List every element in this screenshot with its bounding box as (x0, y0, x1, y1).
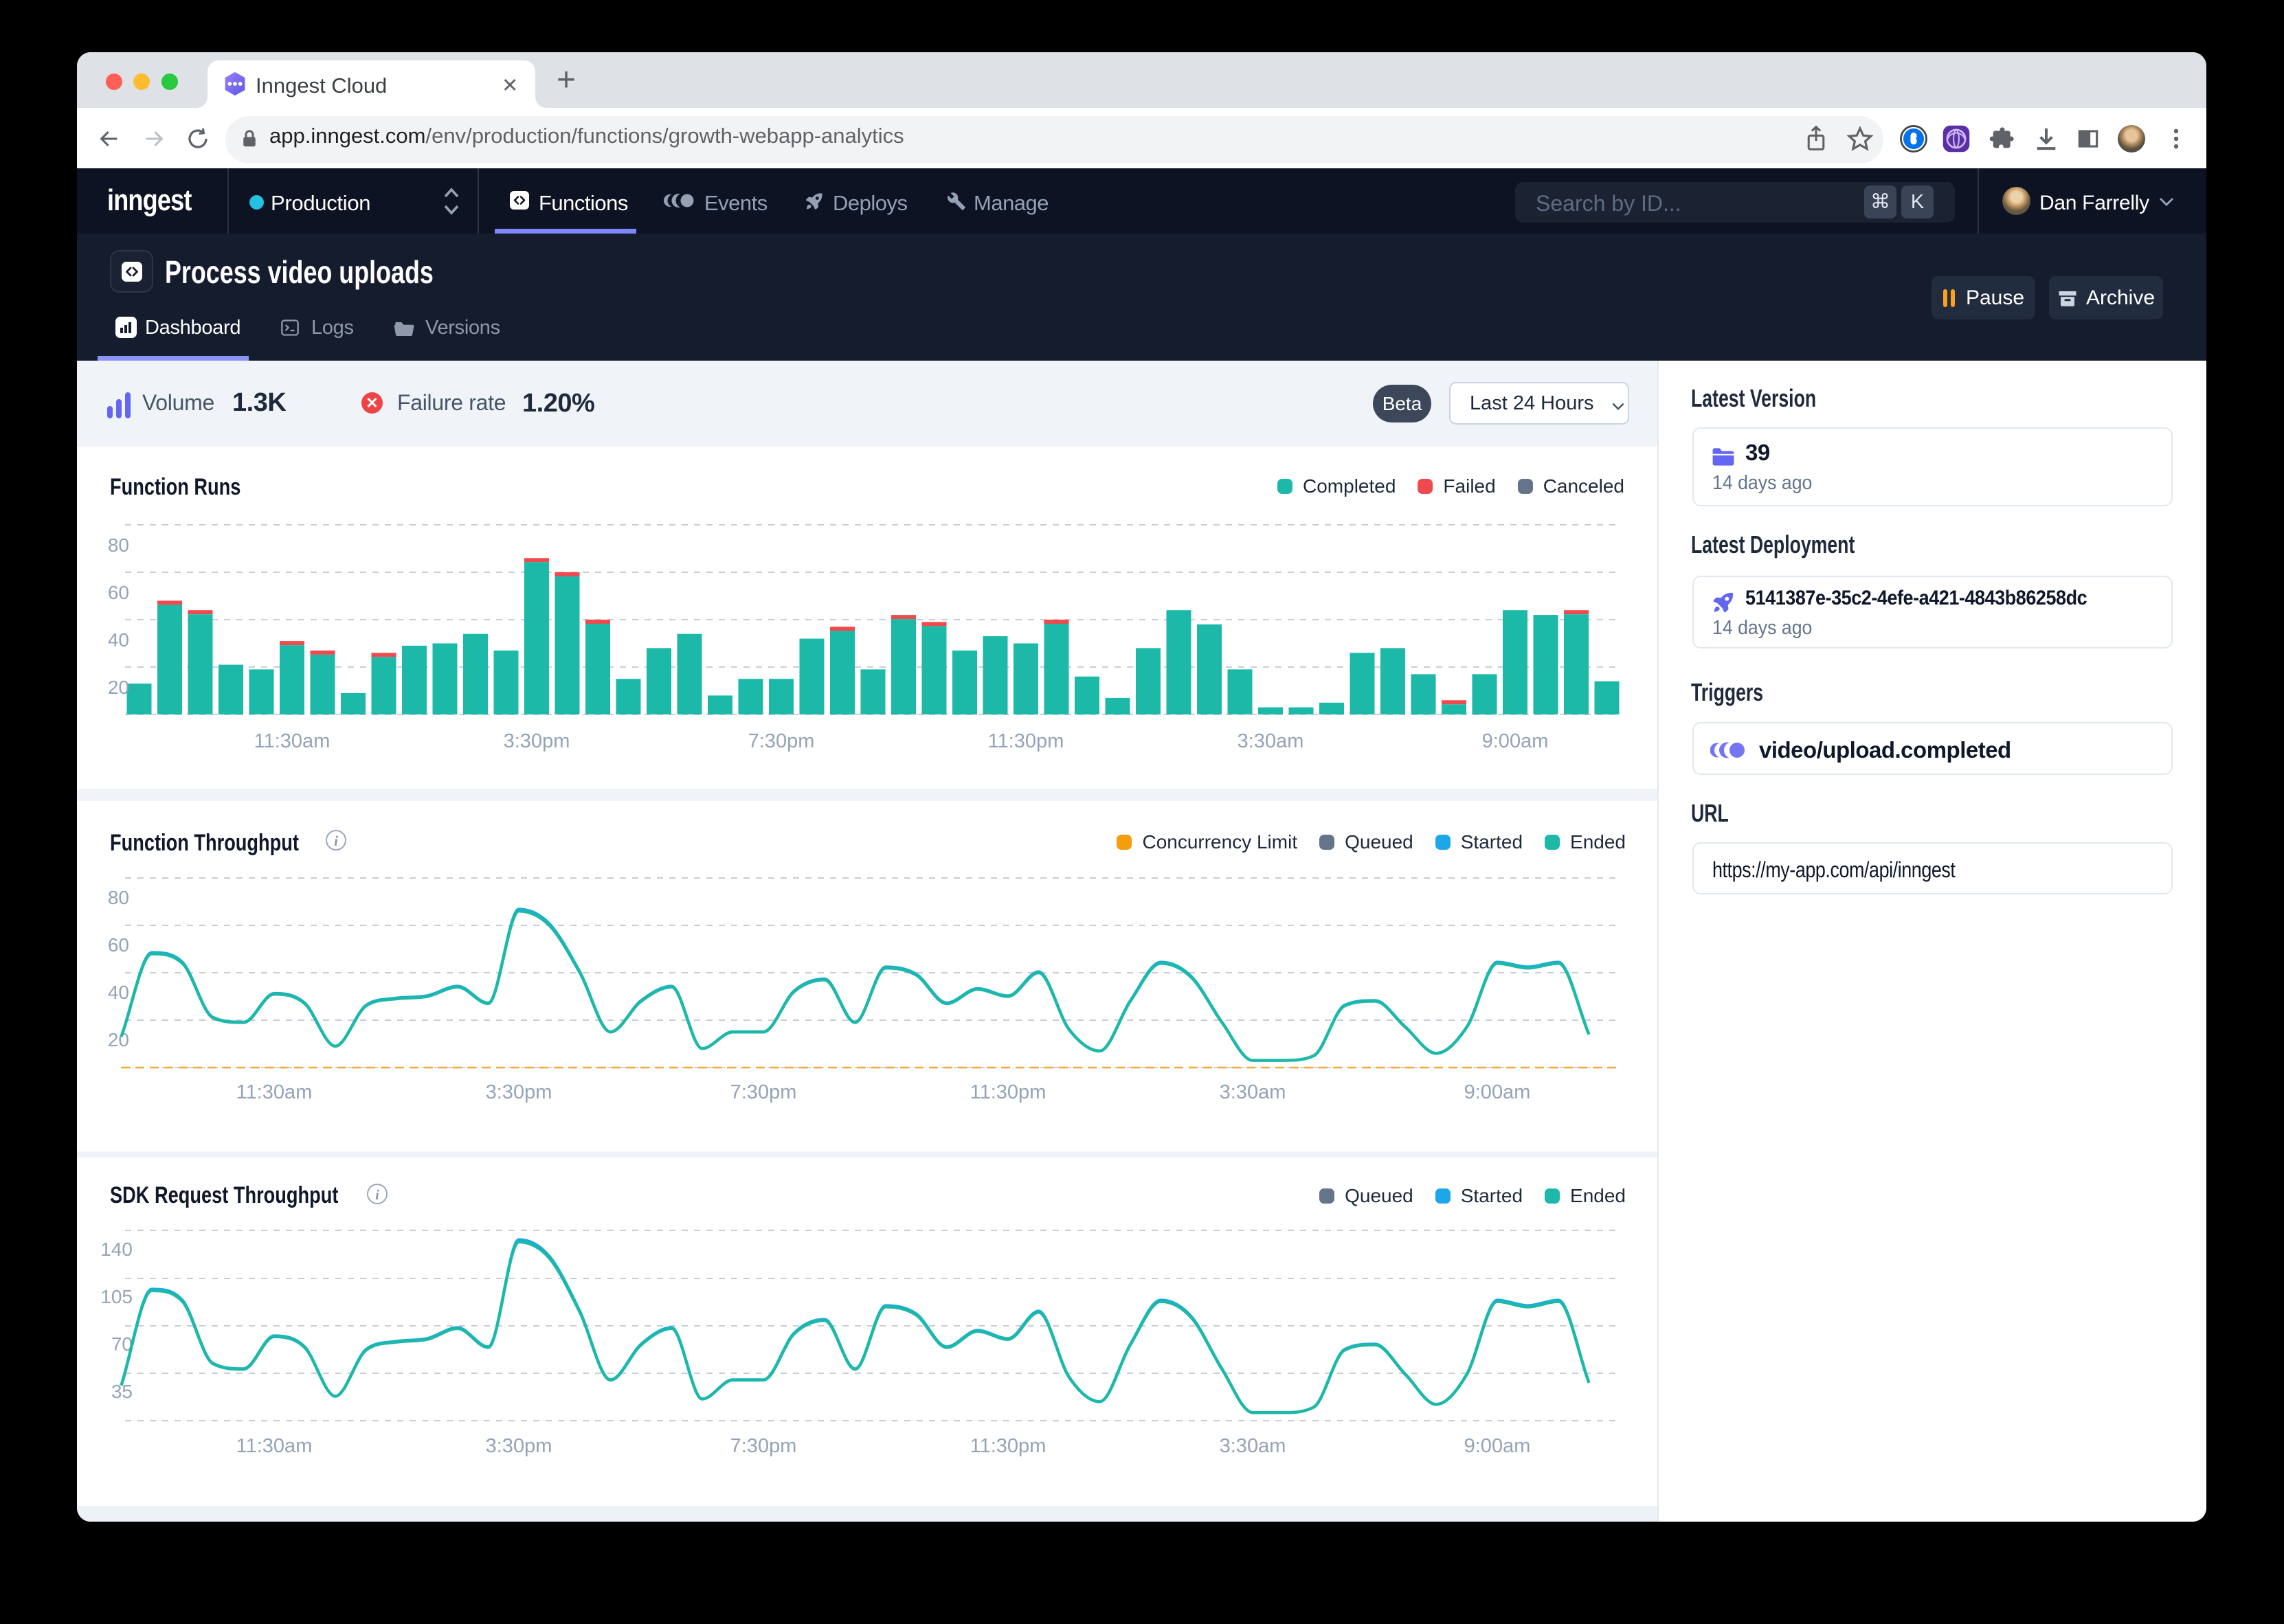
svg-text:3:30pm: 3:30pm (504, 730, 570, 752)
svg-text:60: 60 (108, 934, 129, 956)
svg-text:9:00am: 9:00am (1464, 1435, 1531, 1457)
svg-text:20: 20 (108, 1029, 129, 1050)
svg-text:7:30pm: 7:30pm (730, 1081, 797, 1103)
svg-text:105: 105 (100, 1286, 133, 1307)
svg-text:3:30pm: 3:30pm (486, 1435, 552, 1457)
svg-text:80: 80 (108, 534, 129, 556)
svg-text:40: 40 (108, 629, 129, 651)
svg-text:11:30am: 11:30am (236, 1081, 313, 1103)
svg-text:11:30pm: 11:30pm (970, 1081, 1046, 1103)
svg-text:7:30pm: 7:30pm (730, 1435, 797, 1457)
svg-text:11:30pm: 11:30pm (988, 730, 1064, 752)
svg-text:9:00am: 9:00am (1482, 730, 1549, 752)
svg-text:40: 40 (108, 982, 129, 1003)
svg-text:3:30am: 3:30am (1220, 1081, 1286, 1103)
svg-text:3:30pm: 3:30pm (486, 1081, 552, 1103)
svg-text:3:30am: 3:30am (1220, 1435, 1286, 1457)
svg-text:140: 140 (100, 1239, 133, 1260)
svg-text:11:30am: 11:30am (254, 730, 331, 752)
svg-text:3:30am: 3:30am (1238, 730, 1304, 752)
svg-text:20: 20 (108, 677, 129, 698)
svg-text:60: 60 (108, 582, 129, 603)
svg-text:9:00am: 9:00am (1464, 1081, 1531, 1103)
svg-text:80: 80 (108, 887, 129, 908)
svg-text:11:30pm: 11:30pm (970, 1435, 1046, 1457)
svg-text:11:30am: 11:30am (236, 1435, 313, 1457)
svg-text:7:30pm: 7:30pm (748, 730, 815, 752)
